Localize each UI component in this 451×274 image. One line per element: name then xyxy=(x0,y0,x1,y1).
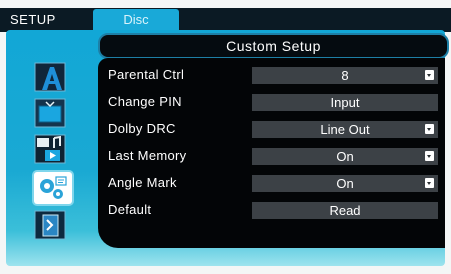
sidebar-item-language[interactable] xyxy=(34,62,72,94)
dropdown-arrow-icon[interactable] xyxy=(425,70,434,80)
last-memory-label: Last Memory xyxy=(108,148,187,163)
last-memory-value: On xyxy=(336,149,354,164)
default-value: Read xyxy=(329,203,361,218)
change-pin-label: Change PIN xyxy=(108,94,182,109)
dropdown-arrow-icon[interactable] xyxy=(425,151,434,161)
sidebar-item-audio-video[interactable] xyxy=(34,134,72,166)
sidebar-item-exit[interactable] xyxy=(34,210,72,242)
parental-ctrl-select[interactable]: 8 xyxy=(252,67,438,84)
dolby-drc-select[interactable]: Line Out xyxy=(252,121,438,138)
sidebar-item-custom-setup[interactable] xyxy=(34,172,72,204)
language-icon xyxy=(34,62,66,92)
dolby-drc-label: Dolby DRC xyxy=(108,121,176,136)
exit-icon xyxy=(34,210,66,240)
angle-mark-value: On xyxy=(336,176,354,191)
angle-mark-label: Angle Mark xyxy=(108,175,177,190)
tab-setup[interactable]: SETUP xyxy=(10,10,56,30)
dropdown-arrow-icon[interactable] xyxy=(425,178,434,188)
sidebar-item-display[interactable] xyxy=(34,98,72,130)
change-pin-button[interactable]: Input xyxy=(252,94,438,111)
parental-ctrl-label: Parental Ctrl xyxy=(108,67,185,82)
default-label: Default xyxy=(108,202,152,217)
last-memory-select[interactable]: On xyxy=(252,148,438,165)
tab-disc[interactable]: Disc xyxy=(93,9,179,30)
display-icon xyxy=(34,98,66,128)
top-tab-bar xyxy=(0,8,451,32)
change-pin-value: Input xyxy=(330,95,360,110)
dolby-drc-value: Line Out xyxy=(320,122,370,137)
audio-video-icon xyxy=(34,134,66,164)
setup-screen: SETUP Disc Custom Setup Parental Ctrl 8 … xyxy=(0,0,451,274)
page-title: Custom Setup xyxy=(98,33,449,59)
default-read-button[interactable]: Read xyxy=(252,202,438,219)
custom-settings-icon xyxy=(40,176,67,199)
sidebar xyxy=(28,58,92,248)
angle-mark-select[interactable]: On xyxy=(252,175,438,192)
parental-ctrl-value: 8 xyxy=(341,68,349,83)
dropdown-arrow-icon[interactable] xyxy=(425,124,434,134)
